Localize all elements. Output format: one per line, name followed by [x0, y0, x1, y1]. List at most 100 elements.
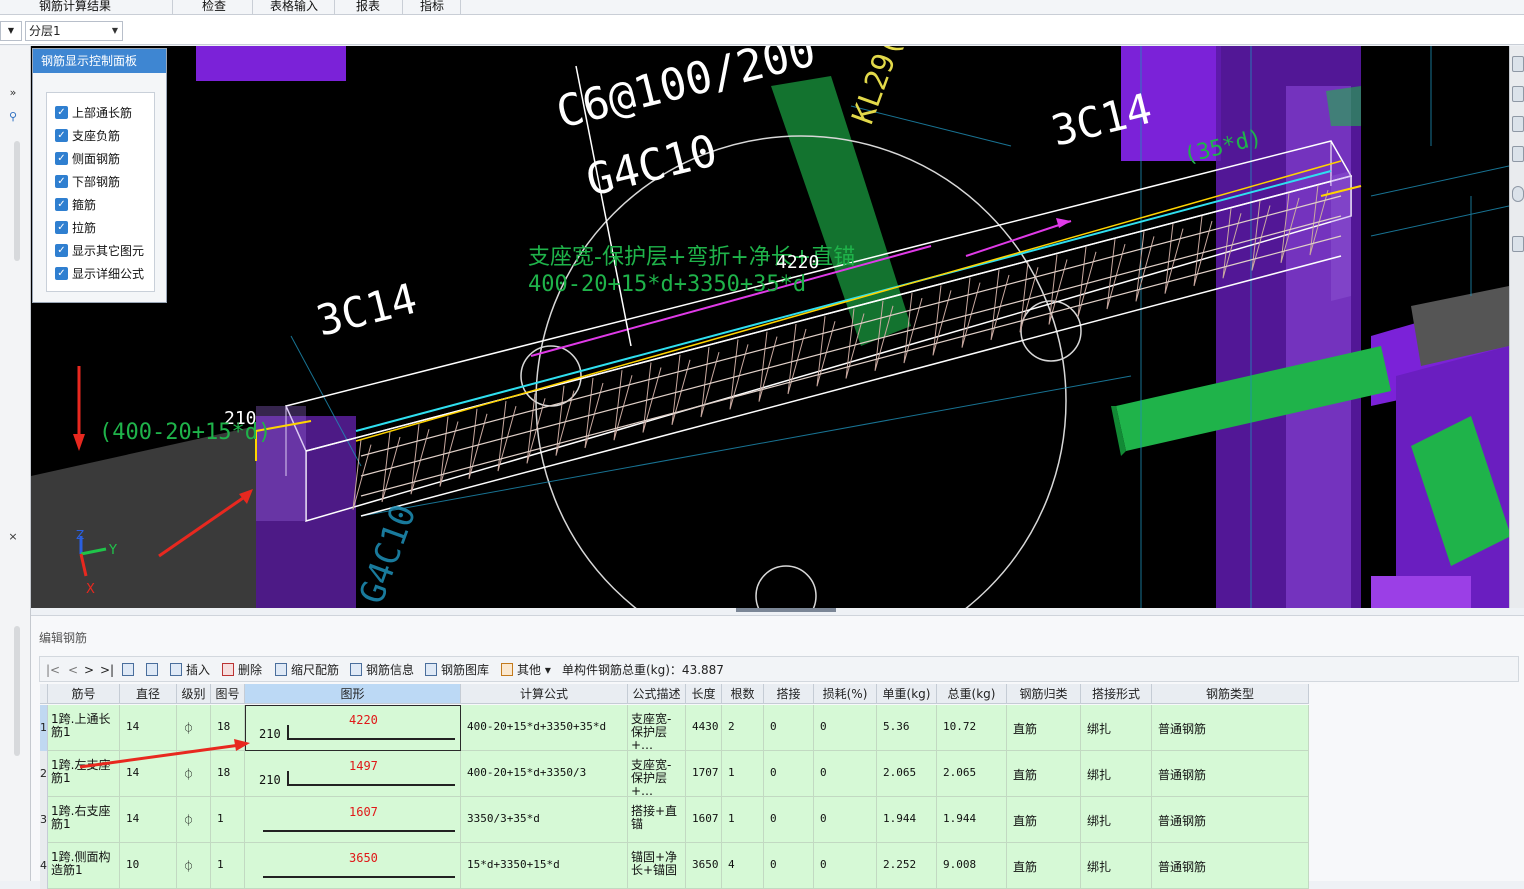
- cell-unit-weight[interactable]: 5.36: [877, 705, 937, 751]
- cell-shape[interactable]: 1607: [245, 797, 461, 843]
- view-icon[interactable]: [1512, 86, 1524, 102]
- checkbox-checked-icon[interactable]: ✓: [55, 175, 68, 188]
- cell-fig-no[interactable]: 1: [211, 843, 245, 889]
- menu-report[interactable]: 报表: [340, 0, 396, 15]
- option-tie-bar[interactable]: ✓ 拉筋: [55, 219, 96, 237]
- expand-icon[interactable]: »: [0, 86, 26, 99]
- cell-loss[interactable]: 0: [814, 705, 877, 751]
- header-total-weight[interactable]: 总重(kg): [937, 684, 1007, 704]
- sidebar-scrollbar[interactable]: [14, 141, 20, 261]
- search-icon[interactable]: ⚲: [0, 110, 26, 123]
- row-number[interactable]: 2: [40, 751, 48, 797]
- cell-lap[interactable]: 0: [764, 797, 814, 843]
- cell-lap-type[interactable]: 绑扎: [1081, 705, 1152, 751]
- cell-formula[interactable]: 3350/3+35*d: [461, 797, 628, 843]
- cell-rebar-type[interactable]: 普通钢筋: [1152, 751, 1309, 797]
- cell-loss[interactable]: 0: [814, 797, 877, 843]
- cell-grade[interactable]: ⏀: [177, 797, 211, 843]
- option-stirrup[interactable]: ✓ 箍筋: [55, 196, 96, 214]
- header-category[interactable]: 钢筋归类: [1007, 684, 1081, 704]
- cell-rebar-type[interactable]: 普通钢筋: [1152, 705, 1309, 751]
- header-rebar-type[interactable]: 钢筋类型: [1152, 684, 1309, 704]
- layer-icon[interactable]: [1512, 116, 1524, 132]
- rebar-info-button[interactable]: 钢筋信息: [350, 661, 414, 679]
- header-count[interactable]: 根数: [722, 684, 764, 704]
- orbit-icon[interactable]: [1512, 186, 1524, 202]
- cell-formula-desc[interactable]: 锚固+净长+锚固: [628, 843, 686, 889]
- scale-config-button[interactable]: 缩尺配筋: [275, 661, 339, 679]
- option-bottom-rebar[interactable]: ✓ 下部钢筋: [55, 173, 120, 191]
- last-record-icon[interactable]: >|: [100, 661, 114, 679]
- header-lap[interactable]: 搭接: [764, 684, 814, 704]
- cell-diameter[interactable]: 14: [120, 797, 177, 843]
- cell-formula-desc[interactable]: 搭接+直锚: [628, 797, 686, 843]
- cell-unit-weight[interactable]: 2.252: [877, 843, 937, 889]
- cell-unit-weight[interactable]: 2.065: [877, 751, 937, 797]
- row-number[interactable]: 4: [40, 843, 48, 889]
- menu-index[interactable]: 指标: [406, 0, 458, 15]
- header-lap-type[interactable]: 搭接形式: [1081, 684, 1152, 704]
- header-fig-no[interactable]: 图号: [211, 684, 245, 704]
- checkbox-checked-icon[interactable]: ✓: [55, 198, 68, 211]
- table-row[interactable]: 3 1跨.右支座筋1 14 ⏀ 1 1607 3350/3+35*d 搭接+直锚 1607 1 0 0…: [40, 797, 1309, 843]
- rotate-icon[interactable]: [1512, 56, 1524, 72]
- first-record-icon[interactable]: |<: [46, 661, 60, 679]
- cell-total-weight[interactable]: 1.944: [937, 797, 1007, 843]
- header-diameter[interactable]: 直径(mm): [120, 684, 177, 721]
- header-bar-no[interactable]: 筋号: [48, 684, 120, 704]
- row-number[interactable]: 1: [40, 705, 48, 751]
- cell-formula[interactable]: 400-20+15*d+3350/3: [461, 751, 628, 797]
- cell-count[interactable]: 4: [722, 843, 764, 889]
- cell-lap[interactable]: 0: [764, 751, 814, 797]
- header-length[interactable]: 长度: [686, 684, 722, 704]
- cell-length[interactable]: 4430: [686, 705, 722, 751]
- option-side-rebar[interactable]: ✓ 侧面钢筋: [55, 150, 120, 168]
- cell-count[interactable]: 1: [722, 751, 764, 797]
- header-grade[interactable]: 级别: [177, 684, 211, 704]
- checkbox-checked-icon[interactable]: ✓: [55, 244, 68, 257]
- row-number[interactable]: 3: [40, 797, 48, 843]
- menu-rebar-results[interactable]: 钢筋计算结果: [20, 0, 130, 15]
- checkbox-checked-icon[interactable]: ✓: [55, 221, 68, 234]
- menu-table-input[interactable]: 表格输入: [258, 0, 330, 15]
- splitter-grip[interactable]: [736, 608, 836, 612]
- cell-grade[interactable]: ⏀: [177, 843, 211, 889]
- cell-length[interactable]: 1607: [686, 797, 722, 843]
- cell-total-weight[interactable]: 9.008: [937, 843, 1007, 889]
- header-formula[interactable]: 计算公式: [461, 684, 628, 704]
- next-record-icon[interactable]: >: [84, 661, 94, 679]
- settings-icon[interactable]: [1512, 236, 1524, 252]
- header-loss[interactable]: 损耗(%): [814, 684, 877, 704]
- cell-shape[interactable]: 3650: [245, 843, 461, 889]
- menu-check[interactable]: 检查: [180, 0, 248, 15]
- option-show-formula[interactable]: ✓ 显示详细公式: [55, 265, 144, 283]
- cell-category[interactable]: 直筋: [1007, 751, 1081, 797]
- checkbox-checked-icon[interactable]: ✓: [55, 129, 68, 142]
- delete-button[interactable]: 删除: [222, 661, 262, 679]
- cell-formula-desc[interactable]: 支座宽-保护层+…: [628, 705, 686, 752]
- cell-unit-weight[interactable]: 1.944: [877, 797, 937, 843]
- other-menu-button[interactable]: 其他 ▾: [501, 661, 551, 679]
- sidebar-scrollbar-lower[interactable]: [14, 626, 20, 756]
- cell-loss[interactable]: 0: [814, 751, 877, 797]
- header-shape[interactable]: 图形: [245, 684, 461, 704]
- option-support-negative[interactable]: ✓ 支座负筋: [55, 127, 120, 145]
- move-down-icon[interactable]: [146, 661, 162, 679]
- option-show-other[interactable]: ✓ 显示其它图元: [55, 242, 144, 260]
- cell-bar-name[interactable]: 1跨.右支座筋1: [48, 797, 120, 843]
- cell-formula[interactable]: 400-20+15*d+3350+35*d: [461, 705, 628, 751]
- cell-formula[interactable]: 15*d+3350+15*d: [461, 843, 628, 889]
- cell-length[interactable]: 3650: [686, 843, 722, 889]
- cell-formula-desc[interactable]: 支座宽-保护层+…: [628, 751, 686, 798]
- cell-lap-type[interactable]: 绑扎: [1081, 751, 1152, 797]
- cell-lap[interactable]: 0: [764, 705, 814, 751]
- cell-fig-no[interactable]: 1: [211, 797, 245, 843]
- panel-splitter[interactable]: [31, 608, 1509, 615]
- cell-loss[interactable]: 0: [814, 843, 877, 889]
- cell-diameter[interactable]: 10: [120, 843, 177, 889]
- collapse-dropdown[interactable]: ▼: [0, 21, 22, 41]
- zoom-icon[interactable]: [1512, 146, 1524, 162]
- cell-length[interactable]: 1707: [686, 751, 722, 797]
- cell-category[interactable]: 直筋: [1007, 705, 1081, 751]
- cell-lap-type[interactable]: 绑扎: [1081, 843, 1152, 889]
